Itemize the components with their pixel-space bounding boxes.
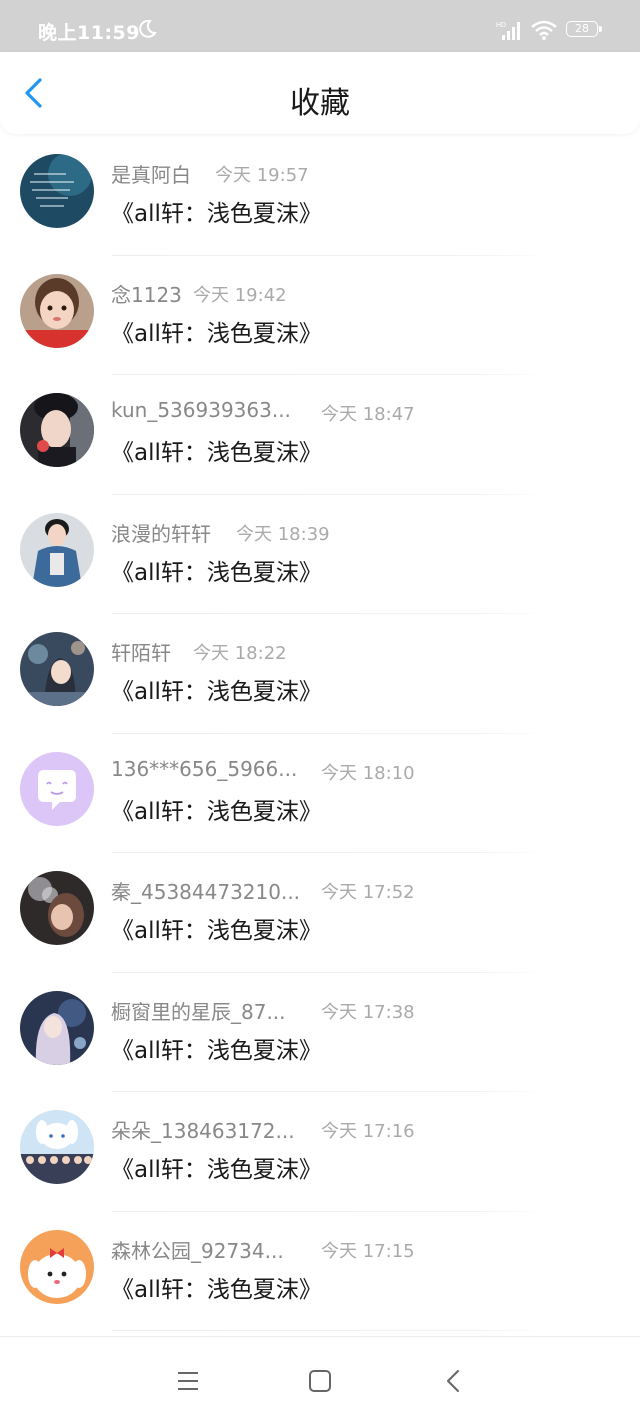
book-title: 《all轩：浅色夏沫》 <box>111 559 322 586</box>
user-name: 森林公园_92734... <box>111 1238 284 1263</box>
svg-text:HD: HD <box>496 22 506 29</box>
back-triangle-icon[interactable] <box>440 1367 468 1395</box>
list-item[interactable]: 橱窗里的星辰_87... 今天 17:38 《all轩：浅色夏沫》 <box>0 973 640 1092</box>
book-title: 《all轩：浅色夏沫》 <box>111 201 322 227</box>
avatar <box>20 751 94 826</box>
user-name: 橱窗里的星辰_87... <box>111 999 286 1024</box>
list-item[interactable]: 朵朵_138463172... 今天 17:16 《all轩：浅色夏沫》 <box>0 1092 640 1212</box>
avatar <box>20 632 94 706</box>
list-item[interactable]: 森林公园_92734... 今天 17:15 《all轩：浅色夏沫》 <box>0 1212 640 1331</box>
favorites-list: 是真阿白 今天 19:57 《all轩：浅色夏沫》 念1123 今天 19:42… <box>0 136 640 1331</box>
system-nav-bar <box>0 1336 640 1423</box>
title-bar: 收藏 <box>0 52 640 134</box>
book-title: 《all轩：浅色夏沫》 <box>111 1157 322 1183</box>
avatar <box>20 990 94 1065</box>
user-name: 秦_45384473210... <box>111 880 301 904</box>
status-time: 晚上11:59 <box>38 22 140 44</box>
avatar <box>20 273 94 348</box>
book-title: 《all轩：浅色夏沫》 <box>111 798 322 825</box>
user-name: kun_536939363... <box>111 398 291 422</box>
post-time: 今天 17:15 <box>321 1240 415 1262</box>
post-time: 今天 17:52 <box>321 882 415 903</box>
list-item[interactable]: 秦_45384473210... 今天 17:52 《all轩：浅色夏沫》 <box>0 853 640 973</box>
user-name: 是真阿白 <box>111 163 191 187</box>
avatar <box>20 1110 94 1184</box>
list-item[interactable]: 136***656_5966... 今天 18:10 《all轩：浅色夏沫》 <box>0 734 640 853</box>
user-name: 朵朵_138463172... <box>111 1119 295 1143</box>
battery-tip <box>599 26 602 32</box>
post-time: 今天 18:47 <box>321 404 415 425</box>
page-title: 收藏 <box>290 86 350 121</box>
post-time: 今天 18:39 <box>236 523 330 545</box>
post-time: 今天 18:10 <box>321 762 415 784</box>
post-time: 今天 17:38 <box>321 1001 415 1023</box>
user-name: 136***656_5966... <box>111 756 298 781</box>
status-bar: 晚上11:59 HD 28 <box>0 0 640 52</box>
post-time: 今天 19:42 <box>193 284 287 306</box>
battery-icon: 28 <box>566 21 602 39</box>
user-name: 浪漫的轩轩 <box>111 521 211 546</box>
list-item[interactable]: 轩陌轩 今天 18:22 《all轩：浅色夏沫》 <box>0 614 640 734</box>
moon-icon <box>139 19 157 38</box>
list-item[interactable]: 浪漫的轩轩 今天 18:39 《all轩：浅色夏沫》 <box>0 495 640 614</box>
hd-signal-icon: HD <box>496 22 520 40</box>
list-item[interactable]: 念1123 今天 19:42 《all轩：浅色夏沫》 <box>0 256 640 375</box>
avatar <box>20 393 94 467</box>
book-title: 《all轩：浅色夏沫》 <box>111 1037 322 1064</box>
home-square-icon[interactable] <box>306 1367 334 1395</box>
avatar <box>20 1229 94 1304</box>
avatar <box>20 154 94 228</box>
post-time: 今天 19:57 <box>215 165 309 186</box>
book-title: 《all轩：浅色夏沫》 <box>111 1276 322 1303</box>
menu-icon[interactable] <box>174 1367 202 1395</box>
avatar <box>20 871 94 945</box>
book-title: 《all轩：浅色夏沫》 <box>111 320 322 347</box>
avatar <box>20 512 94 587</box>
book-title: 《all轩：浅色夏沫》 <box>111 918 322 944</box>
divider <box>112 1330 548 1331</box>
wifi-icon <box>531 20 557 40</box>
book-title: 《all轩：浅色夏沫》 <box>111 440 322 466</box>
book-title: 《all轩：浅色夏沫》 <box>111 679 322 705</box>
list-item[interactable]: 是真阿白 今天 19:57 《all轩：浅色夏沫》 <box>0 136 640 256</box>
list-item[interactable]: kun_536939363... 今天 18:47 《all轩：浅色夏沫》 <box>0 375 640 495</box>
post-time: 今天 17:16 <box>321 1121 415 1142</box>
battery-level: 28 <box>566 21 598 37</box>
post-time: 今天 18:22 <box>193 643 287 664</box>
user-name: 轩陌轩 <box>111 641 171 665</box>
user-name: 念1123 <box>111 282 182 307</box>
